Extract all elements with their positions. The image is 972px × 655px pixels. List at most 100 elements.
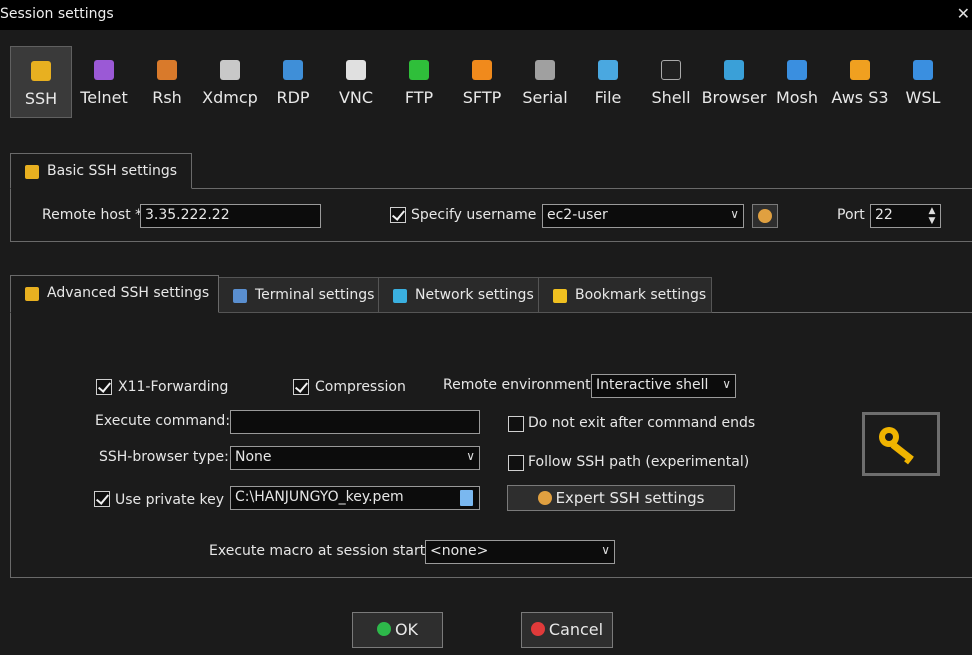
ssh-browser-type-select[interactable]: None ∨ bbox=[230, 446, 480, 470]
cancel-button[interactable]: Cancel bbox=[521, 612, 613, 648]
protocol-mosh[interactable]: Mosh bbox=[766, 46, 828, 118]
execute-command-label: Execute command: bbox=[95, 413, 231, 429]
do-not-exit-checkbox[interactable] bbox=[508, 416, 524, 432]
use-private-key-checkbox[interactable] bbox=[94, 491, 110, 507]
serial-icon bbox=[535, 60, 555, 80]
spinner-icon[interactable]: ▲ ▼ bbox=[927, 206, 937, 226]
chevron-down-icon: ∨ bbox=[466, 449, 475, 463]
tab-advanced-ssh-settings[interactable]: Advanced SSH settings bbox=[10, 275, 219, 313]
protocol-rsh[interactable]: Rsh bbox=[136, 46, 198, 118]
star-icon bbox=[553, 289, 567, 303]
username-select[interactable]: ec2-user ∨ bbox=[542, 204, 744, 228]
protocol-ssh[interactable]: SSH bbox=[10, 46, 72, 118]
sftp-icon bbox=[472, 60, 492, 80]
check-icon bbox=[376, 622, 391, 636]
file-browse-icon[interactable] bbox=[460, 490, 473, 506]
ok-button[interactable]: OK bbox=[352, 612, 443, 648]
session-settings-window: SSH Telnet Rsh Xdmcp RDP VNC FTP SFTP Serial File… bbox=[0, 30, 972, 655]
user-gear-icon bbox=[537, 491, 552, 505]
ssh-key-icon bbox=[31, 61, 51, 81]
terminal-icon bbox=[233, 289, 247, 303]
compression-checkbox[interactable] bbox=[293, 379, 309, 395]
ssh-key-icon bbox=[25, 165, 39, 179]
remote-environment-select[interactable]: Interactive shell ∨ bbox=[591, 374, 736, 398]
execute-macro-label: Execute macro at session start: bbox=[209, 543, 430, 559]
follow-ssh-path-checkbox[interactable] bbox=[508, 455, 524, 471]
port-input[interactable]: 22 ▲ ▼ bbox=[870, 204, 941, 228]
compression-label: Compression bbox=[315, 379, 406, 395]
remote-environment-label: Remote environment: bbox=[443, 377, 596, 393]
use-private-key-label: Use private key bbox=[115, 492, 225, 508]
tab-label: Bookmark settings bbox=[575, 287, 707, 303]
mosh-icon bbox=[787, 60, 807, 80]
remote-host-label: Remote host * bbox=[42, 207, 143, 223]
tab-basic-ssh-settings[interactable]: Basic SSH settings bbox=[10, 153, 192, 189]
tab-label: Terminal settings bbox=[255, 287, 375, 303]
user-icon bbox=[758, 209, 772, 223]
specify-username-checkbox[interactable] bbox=[390, 207, 406, 223]
protocol-wsl[interactable]: WSL bbox=[892, 46, 954, 118]
protocol-sftp[interactable]: SFTP bbox=[451, 46, 513, 118]
follow-ssh-path-label: Follow SSH path (experimental) bbox=[528, 454, 750, 470]
key-icon bbox=[879, 427, 914, 465]
tab-terminal-settings[interactable]: Terminal settings bbox=[218, 277, 379, 313]
ssh-key-icon bbox=[25, 287, 39, 301]
protocol-rdp[interactable]: RDP bbox=[262, 46, 324, 118]
protocol-telnet[interactable]: Telnet bbox=[73, 46, 135, 118]
protocol-label: WSL bbox=[905, 88, 941, 107]
ssh-browser-type-value: None bbox=[235, 449, 272, 465]
expert-ssh-settings-label: Expert SSH settings bbox=[555, 489, 705, 507]
protocol-aws-s3[interactable]: Aws S3 bbox=[829, 46, 891, 118]
tab-label: Network settings bbox=[415, 287, 534, 303]
advanced-settings-panel: X11-Forwarding Compression Remote enviro… bbox=[10, 312, 972, 578]
private-key-input[interactable]: C:\HANJUNGYO_key.pem bbox=[230, 486, 480, 510]
remote-host-input[interactable]: 3.35.222.22 bbox=[140, 204, 321, 228]
browser-icon bbox=[724, 60, 744, 80]
ssh-key-tile bbox=[862, 412, 940, 476]
protocol-xdmcp[interactable]: Xdmcp bbox=[199, 46, 261, 118]
remote-environment-value: Interactive shell bbox=[596, 377, 709, 393]
tab-label: Advanced SSH settings bbox=[47, 285, 210, 301]
protocol-serial[interactable]: Serial bbox=[514, 46, 576, 118]
do-not-exit-label: Do not exit after command ends bbox=[528, 415, 756, 431]
port-label: Port bbox=[837, 207, 865, 223]
specify-username-label: Specify username bbox=[411, 207, 537, 223]
wsl-icon bbox=[913, 60, 933, 80]
cancel-label: Cancel bbox=[548, 620, 604, 639]
protocol-file[interactable]: File bbox=[577, 46, 639, 118]
chevron-down-icon: ∨ bbox=[722, 377, 731, 391]
protocol-ftp[interactable]: FTP bbox=[388, 46, 450, 118]
chevron-down-icon: ∨ bbox=[601, 543, 610, 557]
ssh-browser-type-label: SSH-browser type: bbox=[99, 449, 229, 465]
private-key-value: C:\HANJUNGYO_key.pem bbox=[235, 489, 404, 505]
tab-bookmark-settings[interactable]: Bookmark settings bbox=[538, 277, 712, 313]
tab-network-settings[interactable]: Network settings bbox=[378, 277, 539, 313]
x11-forwarding-label: X11-Forwarding bbox=[118, 379, 229, 395]
xdmcp-icon bbox=[220, 60, 240, 80]
execute-macro-select[interactable]: <none> ∨ bbox=[425, 540, 615, 564]
protocol-shell[interactable]: Shell bbox=[640, 46, 702, 118]
chevron-down-icon: ∨ bbox=[730, 207, 739, 221]
execute-macro-value: <none> bbox=[430, 543, 489, 559]
execute-command-input[interactable] bbox=[230, 410, 480, 434]
protocol-toolbar: SSH Telnet Rsh Xdmcp RDP VNC FTP SFTP Serial File… bbox=[8, 46, 958, 120]
ok-label: OK bbox=[394, 620, 419, 639]
file-icon bbox=[598, 60, 618, 80]
protocol-vnc[interactable]: VNC bbox=[325, 46, 387, 118]
close-icon[interactable]: ✕ bbox=[957, 4, 970, 23]
telnet-icon bbox=[94, 60, 114, 80]
user-manager-button[interactable] bbox=[752, 204, 778, 228]
tab-label: Basic SSH settings bbox=[47, 163, 178, 179]
basic-settings-panel: Remote host * 3.35.222.22 Specify userna… bbox=[10, 188, 972, 242]
window-title: Session settings bbox=[0, 6, 114, 22]
x11-forwarding-checkbox[interactable] bbox=[96, 379, 112, 395]
ftp-icon bbox=[409, 60, 429, 80]
aws-s3-icon bbox=[850, 60, 870, 80]
username-value: ec2-user bbox=[547, 207, 608, 223]
network-icon bbox=[393, 289, 407, 303]
expert-ssh-settings-button[interactable]: Expert SSH settings bbox=[507, 485, 735, 511]
cancel-icon bbox=[530, 622, 545, 636]
title-bar: Session settings ✕ bbox=[0, 0, 972, 30]
port-value: 22 bbox=[875, 207, 893, 223]
protocol-browser[interactable]: Browser bbox=[702, 46, 766, 118]
